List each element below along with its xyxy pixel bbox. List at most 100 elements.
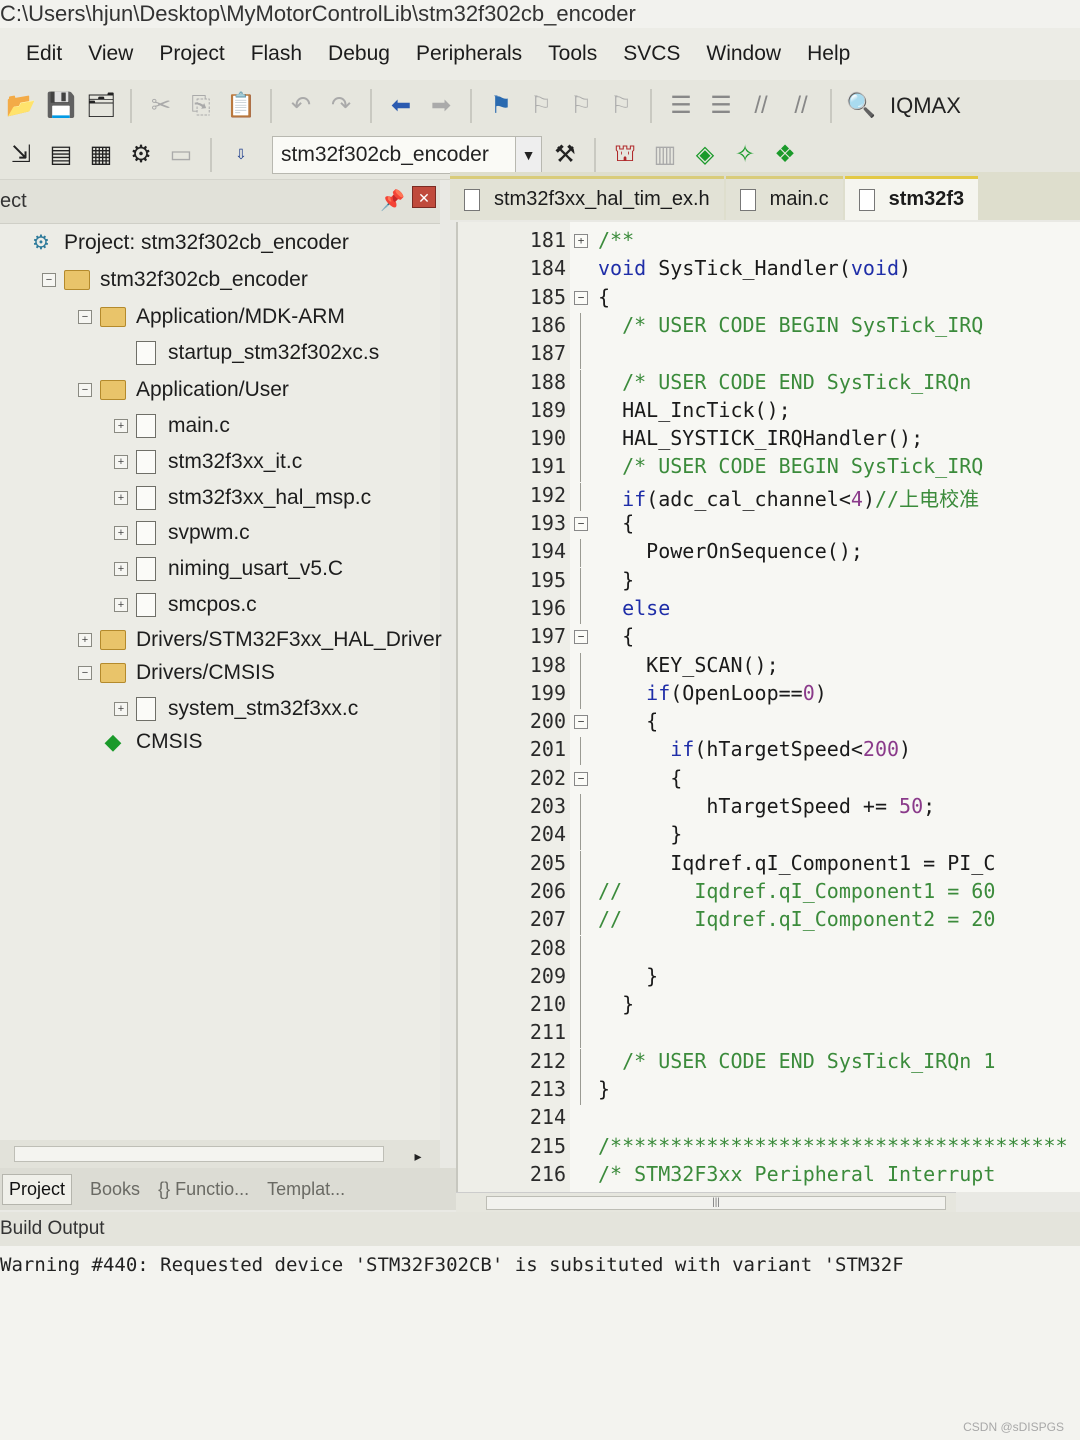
expand-icon[interactable]: + bbox=[78, 633, 92, 647]
target-select[interactable]: stm32f302cb_encoder ▼ bbox=[272, 135, 542, 174]
expand-fold-icon[interactable]: + bbox=[574, 234, 588, 248]
tab-project[interactable]: Project bbox=[2, 1173, 73, 1205]
select-packs-icon[interactable]: ✧ bbox=[728, 138, 762, 172]
bookmark-icon[interactable]: ⚑ bbox=[484, 89, 518, 123]
code-line[interactable]: 196 else bbox=[458, 595, 1080, 624]
code-line[interactable]: 189 HAL_IncTick(); bbox=[458, 397, 1080, 426]
tree-item[interactable]: + main.c bbox=[114, 410, 230, 442]
manage-run-time-environment-icon[interactable]: ◈ bbox=[688, 138, 722, 172]
code-line[interactable]: 203 hTargetSpeed += 50; bbox=[458, 794, 1080, 822]
tree-item[interactable]: + Drivers/STM32F3xx_HAL_Driver bbox=[78, 624, 442, 656]
code-line[interactable]: 206 // Iqdref.qI_Component1 = 60 bbox=[458, 878, 1080, 907]
code-line[interactable]: 181 + /** bbox=[458, 228, 1080, 256]
tab-templates[interactable]: Templat... bbox=[267, 1179, 345, 1200]
menu-debug[interactable]: Debug bbox=[328, 42, 390, 66]
expand-icon[interactable]: + bbox=[114, 598, 128, 612]
code-line[interactable]: 200− { bbox=[458, 709, 1080, 737]
tree-item[interactable]: − Drivers/CMSIS bbox=[78, 657, 275, 689]
tree-item[interactable]: + niming_usart_v5.C bbox=[114, 553, 343, 585]
menu-flash[interactable]: Flash bbox=[251, 42, 302, 66]
editor-horizontal-scrollbar[interactable]: ||| bbox=[456, 1192, 956, 1212]
tree-item[interactable]: ⚙ Project: stm32f302cb_encoder bbox=[6, 227, 349, 259]
menu-view[interactable]: View bbox=[88, 42, 133, 66]
load-download-icon[interactable]: ⇩ bbox=[224, 138, 258, 172]
code-editor[interactable]: 181 +/** 184 void SysTick_Handler(void) 185−… bbox=[456, 222, 1080, 1192]
expand-icon[interactable]: + bbox=[114, 526, 128, 540]
menu-tools[interactable]: Tools bbox=[548, 42, 597, 66]
next-bookmark-icon[interactable]: ⚐ bbox=[564, 89, 598, 123]
code-line[interactable]: 216 /* STM32F3xx Peripheral Interrupt bbox=[458, 1162, 1080, 1190]
tree-item[interactable]: ◆ CMSIS bbox=[78, 726, 203, 758]
tree-item[interactable]: − stm32f302cb_encoder bbox=[42, 264, 308, 296]
menu-help[interactable]: Help bbox=[807, 42, 850, 66]
code-line[interactable]: 194 PowerOnSequence(); bbox=[458, 539, 1080, 568]
code-line[interactable]: 201 if(hTargetSpeed<200) bbox=[458, 737, 1080, 766]
code-line[interactable]: 186 /* USER CODE BEGIN SysTick_IRQ bbox=[458, 312, 1080, 341]
menu-edit[interactable]: Edit bbox=[26, 42, 62, 66]
collapse-icon[interactable]: − bbox=[42, 273, 56, 287]
copy-icon[interactable]: ⎘ bbox=[184, 89, 218, 123]
expand-icon[interactable]: + bbox=[114, 562, 128, 576]
collapse-fold-icon[interactable]: − bbox=[574, 517, 588, 531]
pack-installer-icon[interactable]: ❖ bbox=[768, 138, 802, 172]
code-line[interactable]: 191 /* USER CODE BEGIN SysTick_IRQ bbox=[458, 454, 1080, 483]
collapse-icon[interactable]: − bbox=[78, 383, 92, 397]
find-in-files-icon[interactable]: 🔍 bbox=[844, 89, 878, 123]
code-line[interactable]: 184 void SysTick_Handler(void) bbox=[458, 256, 1080, 284]
tree-item[interactable]: + stm32f3xx_hal_msp.c bbox=[114, 482, 371, 514]
collapse-fold-icon[interactable]: − bbox=[574, 771, 588, 786]
unindent-icon[interactable]: ☰ bbox=[704, 89, 738, 123]
chevron-down-icon[interactable]: ▼ bbox=[515, 136, 541, 173]
code-line[interactable]: 188 /* USER CODE END SysTick_IRQn bbox=[458, 369, 1080, 398]
code-line[interactable]: 205 Iqdref.qI_Component1 = PI_C bbox=[458, 850, 1080, 879]
collapse-icon[interactable]: − bbox=[78, 666, 92, 680]
editor-tab-hal-tim-ex[interactable]: stm32f3xx_hal_tim_ex.h bbox=[450, 176, 724, 220]
project-tree-scrollbar[interactable]: ▸ bbox=[0, 1140, 440, 1168]
uncomment-icon[interactable]: // bbox=[784, 89, 818, 123]
collapse-fold-icon[interactable]: − bbox=[574, 715, 588, 730]
code-line[interactable]: 197− { bbox=[458, 624, 1080, 652]
code-line[interactable]: 198 KEY_SCAN(); bbox=[458, 652, 1080, 681]
save-icon[interactable]: 💾 bbox=[44, 89, 78, 123]
pin-icon[interactable]: 📌 bbox=[380, 188, 405, 213]
code-line[interactable]: 202− { bbox=[458, 766, 1080, 794]
tree-item[interactable]: + smcpos.c bbox=[114, 589, 257, 621]
target-options-icon[interactable]: ⚒ bbox=[548, 138, 582, 172]
code-line[interactable]: 199 if(OpenLoop==0) bbox=[458, 680, 1080, 709]
build-output-panel[interactable]: Warning #440: Requested device 'STM32F30… bbox=[0, 1246, 1080, 1440]
collapse-fold-icon[interactable]: − bbox=[574, 630, 588, 645]
translate-icon[interactable]: ⇲ bbox=[4, 138, 38, 172]
redo-icon[interactable]: ↷ bbox=[324, 89, 358, 123]
scroll-right-icon[interactable]: ▸ bbox=[406, 1144, 430, 1168]
prev-bookmark-icon[interactable]: ⚐ bbox=[524, 89, 558, 123]
tree-item[interactable]: + system_stm32f3xx.c bbox=[114, 693, 358, 725]
search-combo-value[interactable]: IQMAX bbox=[890, 93, 961, 119]
expand-icon[interactable]: + bbox=[114, 491, 128, 505]
indent-icon[interactable]: ☰ bbox=[664, 89, 698, 123]
build-icon[interactable]: ▤ bbox=[44, 138, 78, 172]
batch-build-icon[interactable]: ⚙ bbox=[124, 138, 158, 172]
manage-project-items-icon[interactable]: ⛫ bbox=[608, 138, 642, 172]
code-line[interactable]: 195 } bbox=[458, 567, 1080, 596]
navigate-forward-icon[interactable]: ➡ bbox=[424, 89, 458, 123]
code-line[interactable]: 207 // Iqdref.qI_Component2 = 20 bbox=[458, 907, 1080, 936]
file-extensions-icon[interactable]: ▥ bbox=[648, 138, 682, 172]
code-line[interactable]: 187 bbox=[458, 341, 1080, 370]
menu-project[interactable]: Project bbox=[159, 42, 224, 66]
tree-item[interactable]: + stm32f3xx_it.c bbox=[114, 446, 302, 478]
collapse-icon[interactable]: − bbox=[78, 310, 92, 324]
scrollbar-thumb[interactable]: ||| bbox=[486, 1196, 946, 1210]
cut-icon[interactable]: ✂ bbox=[144, 89, 178, 123]
tree-item[interactable]: − Application/User bbox=[78, 374, 289, 406]
open-folder-icon[interactable]: 📂 bbox=[4, 89, 38, 123]
code-line[interactable]: 213} bbox=[458, 1077, 1080, 1105]
code-line[interactable]: 204 } bbox=[458, 822, 1080, 851]
paste-icon[interactable]: 📋 bbox=[224, 89, 258, 123]
menu-window[interactable]: Window bbox=[706, 42, 781, 66]
code-line[interactable]: 190 HAL_SYSTICK_IRQHandler(); bbox=[458, 426, 1080, 455]
collapse-fold-icon[interactable]: − bbox=[574, 290, 588, 305]
code-line[interactable]: 192 if(adc_cal_channel<4)//上电校准 bbox=[458, 482, 1080, 511]
comment-icon[interactable]: // bbox=[744, 89, 778, 123]
code-line[interactable]: 208 bbox=[458, 935, 1080, 964]
code-line[interactable]: 193− { bbox=[458, 511, 1080, 539]
